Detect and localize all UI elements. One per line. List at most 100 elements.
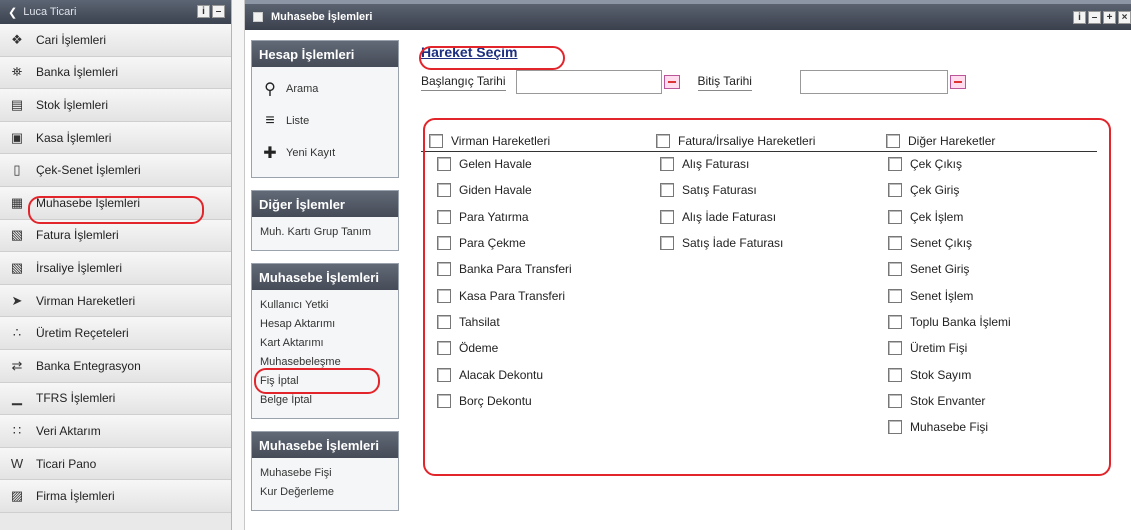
muhasebelesme-link[interactable]: Muhasebeleşme [260,353,390,372]
checkbox[interactable] [888,183,902,198]
checkbox[interactable] [429,134,443,148]
checkbox-row[interactable]: Ödeme [437,335,572,361]
checkbox-row[interactable]: Tahsilat [437,309,572,335]
back-arrow-icon[interactable]: ❮ [8,6,17,19]
checkbox-row[interactable]: Satış İade Faturası [660,230,815,256]
checkbox[interactable] [888,420,902,435]
checkbox-row[interactable]: Senet Giriş [888,256,1011,282]
calendar-icon[interactable] [663,75,680,89]
sidebar-item-ticari-pano[interactable]: W Ticari Pano [0,447,231,481]
checkbox-row[interactable]: Çek Giriş [888,177,1011,203]
sidebar-item-kasa[interactable]: ▣ Kasa İşlemleri [0,121,231,155]
kur-degerleme-link[interactable]: Kur Değerleme [260,483,390,502]
checkbox-row[interactable]: Giden Havale [437,177,572,203]
sidebar-item-banka[interactable]: ⛯ Banka İşlemleri [0,56,231,90]
checkbox-row[interactable]: Stok Envanter [888,388,1011,414]
sidebar-item-firma[interactable]: ▨ Firma İşlemleri [0,480,231,513]
window-title: Muhasebe İşlemleri [271,11,373,23]
checkbox-row[interactable]: Alacak Dekontu [437,361,572,387]
fatura-column: Fatura/İrsaliye Hareketleri Alış Faturas… [656,131,815,256]
checkbox[interactable] [888,288,902,303]
checkbox[interactable] [437,393,451,408]
start-date-input[interactable] [515,70,662,94]
checkbox-row[interactable]: Stok Sayım [888,361,1011,387]
sidebar-item-muhasebe[interactable]: ▦ Muhasebe İşlemleri [0,186,231,220]
checkbox[interactable] [437,262,451,277]
sidebar-item-fatura[interactable]: ▧ Fatura İşlemleri [0,219,231,253]
fis-iptal-link[interactable]: Fiş İptal [260,372,390,391]
checkbox-row[interactable]: Toplu Banka İşlemi [888,309,1011,335]
checkbox[interactable] [888,393,902,408]
checkbox-row[interactable]: Para Çekme [437,230,572,256]
checkbox[interactable] [437,341,451,356]
sidebar-item-label: Cari İşlemleri [36,32,107,47]
checkbox[interactable] [888,236,902,251]
checkbox[interactable] [888,209,902,224]
checkbox[interactable] [888,341,902,356]
checkbox[interactable] [656,134,670,148]
checkbox-row[interactable]: Borç Dekontu [437,388,572,414]
checkbox[interactable] [437,288,451,303]
info-icon[interactable]: i [197,5,210,18]
checkbox[interactable] [437,183,451,198]
kart-aktarimi-link[interactable]: Kart Aktarımı [260,334,390,353]
checkbox-row[interactable]: Çek İşlem [888,204,1011,230]
checkbox-row[interactable]: Senet Çıkış [888,230,1011,256]
muhasebe-islemleri-box: Muhasebe İşlemleri Kullanıcı Yetki Hesap… [251,263,399,419]
checkbox[interactable] [437,314,451,329]
checkbox-row[interactable]: Senet İşlem [888,282,1011,308]
arama-action[interactable]: ⚲ Arama [260,73,390,105]
end-date-input[interactable] [799,70,948,94]
muh-karti-grup-tanim-link[interactable]: Muh. Kartı Grup Tanım [260,223,390,242]
checkbox[interactable] [660,157,674,172]
yeni-kayit-action[interactable]: ✚ Yeni Kayıt [260,137,390,169]
diger-header-checkbox[interactable]: Diğer Hareketler [886,131,1011,151]
checkbox-row[interactable]: Satış Faturası [660,177,815,203]
checkbox[interactable] [660,183,674,198]
sidebar-item-irsaliye[interactable]: ▧ İrsaliye İşlemleri [0,252,231,285]
checkbox-row[interactable]: Alış Faturası [660,151,815,177]
minimize-icon[interactable]: – [1088,11,1101,24]
checkbox[interactable] [888,262,902,277]
checkbox[interactable] [888,314,902,329]
sidebar-item-entegrasyon[interactable]: ⇄ Banka Entegrasyon [0,349,231,383]
checkbox[interactable] [437,236,451,251]
checkbox[interactable] [660,236,674,251]
maximize-icon[interactable]: + [1103,11,1116,24]
hesap-aktarimi-link[interactable]: Hesap Aktarımı [260,315,390,334]
fatura-header-checkbox[interactable]: Fatura/İrsaliye Hareketleri [656,131,815,151]
checkbox[interactable] [437,367,451,382]
sidebar-item-cari[interactable]: ❖ Cari İşlemleri [0,24,231,57]
checkbox-row[interactable]: Alış İade Faturası [660,204,815,230]
liste-action[interactable]: ≡ Liste [260,105,390,137]
checkbox[interactable] [888,157,902,172]
checkbox-row[interactable]: Üretim Fişi [888,335,1011,361]
checkbox[interactable] [886,134,900,148]
close-icon[interactable]: × [1118,11,1131,24]
checkbox-row[interactable]: Muhasebe Fişi [888,414,1011,440]
muhasebe-fisi-link[interactable]: Muhasebe Fişi [260,464,390,483]
sidebar-item-stok[interactable]: ▤ Stok İşlemleri [0,89,231,122]
sidebar-item-cek-senet[interactable]: ▯ Çek-Senet İşlemleri [0,154,231,187]
data-transfer-icon: ∷ [12,422,22,438]
sidebar-item-tfrs[interactable]: ▁ TFRS İşlemleri [0,382,231,416]
checkbox-row[interactable]: Para Yatırma [437,204,572,230]
checkbox[interactable] [437,157,451,172]
checkbox-row[interactable]: Gelen Havale [437,151,572,177]
checkbox-row[interactable]: Banka Para Transferi [437,256,572,282]
checkbox-row[interactable]: Çek Çıkış [888,151,1011,177]
sidebar-item-virman[interactable]: ➤ Virman Hareketleri [0,284,231,318]
sidebar-item-uretim[interactable]: ∴ Üretim Reçeteleri [0,317,231,350]
checkbox[interactable] [660,209,674,224]
checkbox[interactable] [888,367,902,382]
sidebar-item-veri-aktarim[interactable]: ∷ Veri Aktarım [0,415,231,448]
checkbox-row[interactable]: Kasa Para Transferi [437,282,572,308]
calendar-icon[interactable] [949,75,966,89]
minimize-icon[interactable]: – [212,5,225,18]
info-icon[interactable]: i [1073,11,1086,24]
checkbox-label: Giden Havale [459,183,532,198]
belge-iptal-link[interactable]: Belge İptal [260,391,390,410]
checkbox[interactable] [437,209,451,224]
virman-header-checkbox[interactable]: Virman Hareketleri [429,131,572,151]
kullanici-yetki-link[interactable]: Kullanıcı Yetki [260,296,390,315]
